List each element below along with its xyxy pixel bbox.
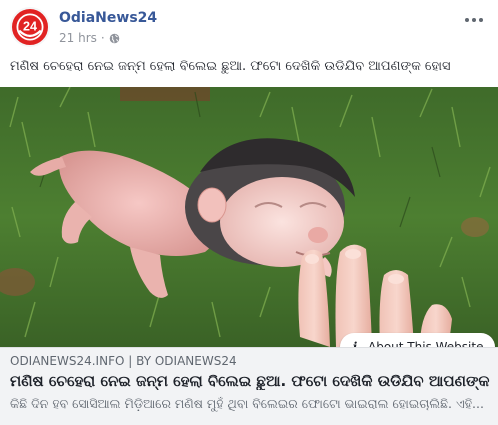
globe-icon[interactable]	[109, 33, 120, 44]
domain-text: ODIANEWS24.INFO	[10, 354, 125, 368]
link-description: କିଛି ଦିନ ହବ ସୋସିଆଲ ମିଡ଼ିଆରେ ମଣିଷ ମୁହଁ ଥି…	[10, 396, 484, 411]
facebook-post: 24 OdiaNews24 21 hrs · ମଣିଷ ଚେହେରା ନେଇ ଜ…	[0, 0, 498, 425]
link-title[interactable]: ମଣିଷ ଚେହେରା ନେଇ ଜନ୍ମ ହେଲା ବିଲେଇ ଛୁଆ. ଫଟୋ…	[10, 372, 490, 390]
dot-icon	[479, 18, 483, 22]
dot-icon	[465, 18, 469, 22]
link-preview-card[interactable]: ODIANEWS24.INFO | BY ODIANEWS24 ମଣିଷ ଚେହ…	[0, 347, 498, 425]
more-options-button[interactable]	[462, 12, 486, 28]
byline-separator: |	[128, 354, 133, 368]
odianews24-logo: 24	[12, 9, 48, 45]
byline-text: BY ODIANEWS24	[136, 354, 237, 368]
post-caption: ମଣିଷ ଚେହେରା ନେଇ ଜନ୍ମ ହେଲା ବିଲେଇ ଛୁଆ. ଫଟୋ…	[10, 59, 451, 74]
meta-separator: ·	[100, 31, 105, 45]
post-image[interactable]	[0, 87, 498, 347]
post-timestamp[interactable]: 21 hrs	[59, 31, 97, 45]
post-header: 24 OdiaNews24 21 hrs ·	[0, 0, 498, 52]
post-meta: 21 hrs ·	[59, 31, 120, 45]
page-name-link[interactable]: OdiaNews24	[59, 10, 157, 26]
dot-icon	[472, 18, 476, 22]
kitten-photo	[0, 87, 498, 347]
page-avatar[interactable]: 24	[10, 7, 50, 47]
logo-text: 24	[23, 20, 37, 34]
link-domain: ODIANEWS24.INFO | BY ODIANEWS24	[10, 354, 237, 368]
